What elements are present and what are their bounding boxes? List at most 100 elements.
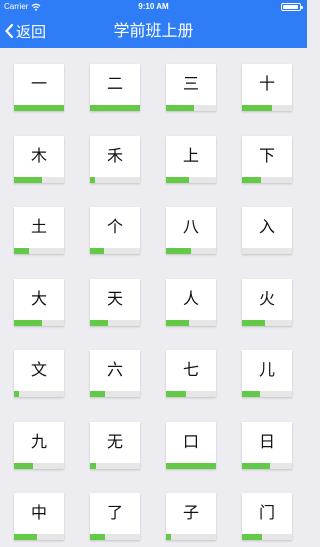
character-label: 大 (30, 289, 47, 308)
back-label: 返回 (16, 22, 47, 41)
progress-fill (166, 105, 194, 111)
character-label: 火 (258, 289, 275, 308)
character-card[interactable]: 七 (166, 350, 216, 397)
progress-bar (90, 391, 140, 397)
character-card[interactable]: 十 (242, 64, 292, 111)
character-card[interactable]: 禾 (90, 136, 140, 183)
character-label: 三 (182, 74, 199, 93)
progress-fill (90, 320, 108, 326)
progress-fill (14, 248, 29, 254)
character-label: 木 (30, 146, 47, 165)
progress-fill (166, 248, 191, 254)
progress-fill (14, 177, 42, 183)
character-card[interactable]: 下 (242, 136, 292, 183)
progress-fill (90, 105, 140, 111)
progress-bar (14, 105, 64, 111)
progress-bar (166, 463, 216, 469)
character-label: 十 (258, 74, 275, 93)
progress-bar (14, 177, 64, 183)
progress-bar (14, 248, 64, 254)
progress-fill (90, 248, 104, 254)
character-label: 入 (258, 217, 275, 236)
status-time: 9:10 AM (138, 2, 169, 11)
character-card[interactable]: 木 (14, 136, 64, 183)
chevron-left-icon (5, 23, 14, 39)
back-button[interactable]: 返回 (4, 20, 46, 42)
progress-fill (242, 105, 272, 111)
progress-bar (166, 320, 216, 326)
character-label: 日 (258, 432, 275, 451)
progress-bar (242, 248, 292, 254)
character-card[interactable]: 个 (90, 207, 140, 254)
character-card[interactable]: 入 (242, 207, 292, 254)
character-label: 一 (30, 74, 47, 93)
character-card[interactable]: 二 (90, 64, 140, 111)
character-card[interactable]: 土 (14, 207, 64, 254)
character-label: 禾 (106, 146, 123, 165)
character-label: 门 (258, 503, 275, 522)
battery-icon (281, 3, 303, 11)
character-label: 文 (30, 360, 47, 379)
character-card[interactable]: 大 (14, 279, 64, 326)
character-card[interactable]: 门 (242, 493, 292, 540)
progress-fill (242, 391, 260, 397)
progress-fill (90, 177, 95, 183)
progress-bar (90, 177, 140, 183)
character-label: 子 (182, 503, 199, 522)
character-label: 天 (106, 289, 123, 308)
progress-bar (90, 320, 140, 326)
page-title: 学前班上册 (113, 21, 194, 40)
progress-bar (242, 177, 292, 183)
character-card[interactable]: 无 (90, 422, 140, 469)
character-label: 口 (182, 432, 199, 451)
character-card[interactable]: 中 (14, 493, 64, 540)
progress-bar (166, 248, 216, 254)
character-label: 八 (182, 217, 199, 236)
progress-bar (166, 534, 216, 540)
character-card[interactable]: 火 (242, 279, 292, 326)
progress-bar (90, 248, 140, 254)
character-card[interactable]: 文 (14, 350, 64, 397)
progress-fill (242, 534, 262, 540)
progress-bar (14, 534, 64, 540)
character-card[interactable]: 日 (242, 422, 292, 469)
character-label: 六 (106, 360, 123, 379)
character-label: 上 (182, 146, 199, 165)
progress-fill (242, 320, 265, 326)
progress-fill (14, 391, 19, 397)
character-card[interactable]: 上 (166, 136, 216, 183)
character-label: 了 (106, 503, 123, 522)
status-bar: Carrier 9:10 AM (0, 0, 307, 14)
progress-bar (242, 391, 292, 397)
character-label: 七 (182, 360, 199, 379)
character-card[interactable]: 九 (14, 422, 64, 469)
progress-fill (14, 463, 33, 469)
character-card[interactable]: 一 (14, 64, 64, 111)
character-card[interactable]: 六 (90, 350, 140, 397)
character-card[interactable]: 八 (166, 207, 216, 254)
character-card[interactable]: 天 (90, 279, 140, 326)
character-card[interactable]: 三 (166, 64, 216, 111)
character-card[interactable]: 人 (166, 279, 216, 326)
progress-bar (242, 534, 292, 540)
character-label: 土 (30, 217, 47, 236)
progress-fill (14, 105, 64, 111)
progress-bar (90, 463, 140, 469)
character-card[interactable]: 子 (166, 493, 216, 540)
progress-bar (166, 177, 216, 183)
progress-bar (166, 391, 216, 397)
character-label: 人 (182, 289, 199, 308)
character-card[interactable]: 儿 (242, 350, 292, 397)
progress-fill (90, 463, 96, 469)
progress-bar (90, 534, 140, 540)
progress-fill (90, 391, 105, 397)
character-label: 个 (106, 217, 123, 236)
progress-fill (90, 534, 105, 540)
character-card[interactable]: 了 (90, 493, 140, 540)
character-label: 无 (106, 432, 123, 451)
progress-bar (14, 320, 64, 326)
character-label: 下 (258, 146, 275, 165)
character-label: 儿 (258, 360, 275, 379)
character-card[interactable]: 口 (166, 422, 216, 469)
progress-bar (14, 463, 64, 469)
